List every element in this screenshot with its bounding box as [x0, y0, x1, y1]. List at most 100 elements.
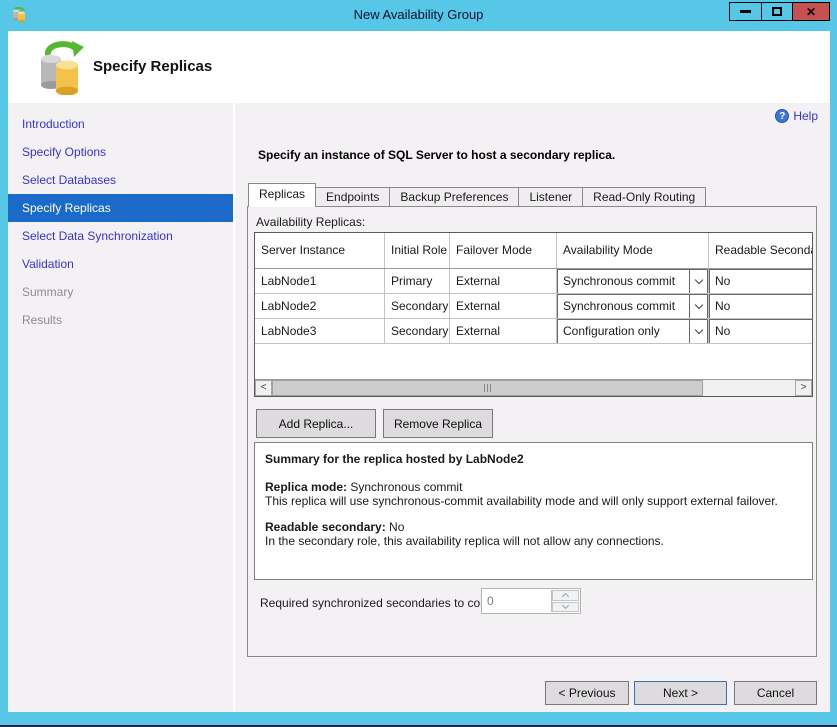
replica-mode-description: This replica will use synchronous-commit…: [265, 494, 802, 508]
spinner-value: 0: [482, 589, 550, 613]
cell-failover: External: [450, 319, 557, 343]
close-icon: ✕: [806, 6, 816, 18]
cell-server: LabNode3: [255, 319, 385, 343]
dropdown-value: Synchronous commit: [558, 299, 689, 313]
required-secondaries-label: Required synchronized secondaries to com…: [260, 591, 506, 615]
scrollbar-thumb[interactable]: [272, 380, 703, 396]
chevron-down-icon[interactable]: [689, 295, 707, 318]
cell-server: LabNode1: [255, 269, 385, 293]
sidebar-item-specify-replicas[interactable]: Specify Replicas: [8, 194, 233, 222]
add-replica-button[interactable]: Add Replica...: [256, 409, 376, 438]
cell-availability: Synchronous commit: [557, 294, 709, 318]
close-button[interactable]: ✕: [792, 2, 830, 21]
window-title: New Availability Group: [0, 7, 837, 22]
dropdown-value: No: [710, 324, 813, 338]
chevron-down-icon[interactable]: [689, 320, 707, 343]
page-title: Specify Replicas: [93, 58, 212, 75]
chevron-down-icon[interactable]: [689, 270, 707, 293]
wizard-window: New Availability Group ✕ Specify Replica…: [0, 0, 837, 727]
availability-mode-dropdown[interactable]: Synchronous commit: [557, 269, 708, 293]
tab-strip: Replicas Endpoints Backup Preferences Li…: [248, 183, 705, 207]
tab-backup-preferences[interactable]: Backup Preferences: [389, 187, 519, 207]
readable-secondary-value: No: [386, 520, 405, 534]
scroll-right-button[interactable]: >: [795, 380, 812, 396]
availability-mode-dropdown[interactable]: Configuration only: [557, 319, 708, 343]
window-body: Specify Replicas Introduction Specify Op…: [8, 31, 830, 712]
cell-availability: Synchronous commit: [557, 269, 709, 293]
title-bar[interactable]: New Availability Group ✕: [0, 0, 837, 31]
col-initial-role: Initial Role: [385, 233, 450, 268]
readable-secondary-dropdown[interactable]: No: [709, 294, 813, 318]
dropdown-value: No: [710, 274, 813, 288]
help-link[interactable]: ? Help: [775, 109, 818, 123]
step-content: ? Help Specify an instance of SQL Server…: [235, 103, 830, 712]
horizontal-scrollbar[interactable]: < >: [255, 379, 812, 396]
cancel-button[interactable]: Cancel: [734, 681, 817, 705]
replicas-database-icon: [36, 39, 88, 95]
availability-replicas-label: Availability Replicas:: [256, 215, 365, 229]
col-server-instance: Server Instance: [255, 233, 385, 268]
readable-secondary-label: Readable secondary:: [265, 520, 386, 534]
required-secondaries-spinner: 0: [481, 588, 581, 614]
dropdown-value: No: [710, 299, 813, 313]
replica-row-labnode3[interactable]: LabNode3 Secondary External Configuratio…: [255, 319, 813, 344]
cell-availability: Configuration only: [557, 319, 709, 343]
summary-mode-line: Replica mode: Synchronous commit: [265, 480, 802, 494]
previous-button[interactable]: < Previous: [545, 681, 629, 705]
remove-replica-button[interactable]: Remove Replica: [383, 409, 493, 438]
cell-readable: No: [709, 319, 813, 343]
help-label: Help: [793, 109, 818, 123]
scroll-left-button[interactable]: <: [255, 380, 272, 396]
summary-readable-line: Readable secondary: No: [265, 520, 802, 534]
chevron-down-icon: [562, 602, 569, 609]
grid-header-row: Server Instance Initial Role Failover Mo…: [255, 233, 813, 269]
readable-secondary-dropdown[interactable]: No: [709, 269, 813, 293]
col-readable-secondary: Readable Secondary: [709, 233, 813, 268]
sidebar-item-select-databases[interactable]: Select Databases: [8, 166, 233, 194]
spinner-buttons: [551, 590, 579, 612]
sidebar-item-specify-options[interactable]: Specify Options: [8, 138, 233, 166]
replica-row-labnode2[interactable]: LabNode2 Secondary External Synchronous …: [255, 294, 813, 319]
cell-role: Secondary: [385, 294, 450, 318]
sidebar-item-validation[interactable]: Validation: [8, 250, 233, 278]
maximize-button[interactable]: [761, 2, 793, 21]
replica-mode-label: Replica mode:: [265, 480, 347, 494]
availability-mode-dropdown[interactable]: Synchronous commit: [557, 294, 708, 318]
col-failover-mode: Failover Mode: [450, 233, 557, 268]
tab-endpoints[interactable]: Endpoints: [315, 187, 390, 207]
minimize-icon: [740, 10, 751, 13]
tab-listener[interactable]: Listener: [518, 187, 583, 207]
readable-secondary-description: In the secondary role, this availability…: [265, 534, 802, 548]
cell-server: LabNode2: [255, 294, 385, 318]
instruction-text: Specify an instance of SQL Server to hos…: [258, 148, 615, 162]
cell-failover: External: [450, 269, 557, 293]
wizard-steps-sidebar: Introduction Specify Options Select Data…: [8, 103, 233, 712]
cell-role: Secondary: [385, 319, 450, 343]
next-button[interactable]: Next >: [634, 681, 727, 705]
cell-failover: External: [450, 294, 557, 318]
minimize-button[interactable]: [729, 2, 762, 21]
window-controls: ✕: [730, 2, 830, 21]
help-icon: ?: [775, 109, 789, 123]
maximize-icon: [772, 7, 782, 16]
replica-summary-box: Summary for the replica hosted by LabNod…: [254, 442, 813, 580]
availability-replicas-grid: Server Instance Initial Role Failover Mo…: [254, 232, 813, 397]
readable-secondary-dropdown[interactable]: No: [709, 319, 813, 343]
tab-replicas[interactable]: Replicas: [248, 183, 316, 207]
cell-role: Primary: [385, 269, 450, 293]
replicas-tab-panel: Availability Replicas: Server Instance I…: [247, 206, 817, 657]
cell-readable: No: [709, 269, 813, 293]
spinner-up-button: [552, 590, 579, 601]
replica-mode-value: Synchronous commit: [347, 480, 462, 494]
summary-title: Summary for the replica hosted by LabNod…: [265, 452, 802, 466]
spinner-down-button: [552, 602, 579, 613]
col-availability-mode: Availability Mode: [557, 233, 709, 268]
page-header: Specify Replicas: [8, 31, 830, 103]
sidebar-item-summary: Summary: [8, 278, 233, 306]
replica-row-labnode1[interactable]: LabNode1 Primary External Synchronous co…: [255, 269, 813, 294]
sidebar-item-select-data-synchronization[interactable]: Select Data Synchronization: [8, 222, 233, 250]
tab-read-only-routing[interactable]: Read-Only Routing: [582, 187, 706, 207]
chevron-up-icon: [562, 593, 569, 600]
sidebar-item-introduction[interactable]: Introduction: [8, 110, 233, 138]
dropdown-value: Configuration only: [558, 324, 689, 338]
